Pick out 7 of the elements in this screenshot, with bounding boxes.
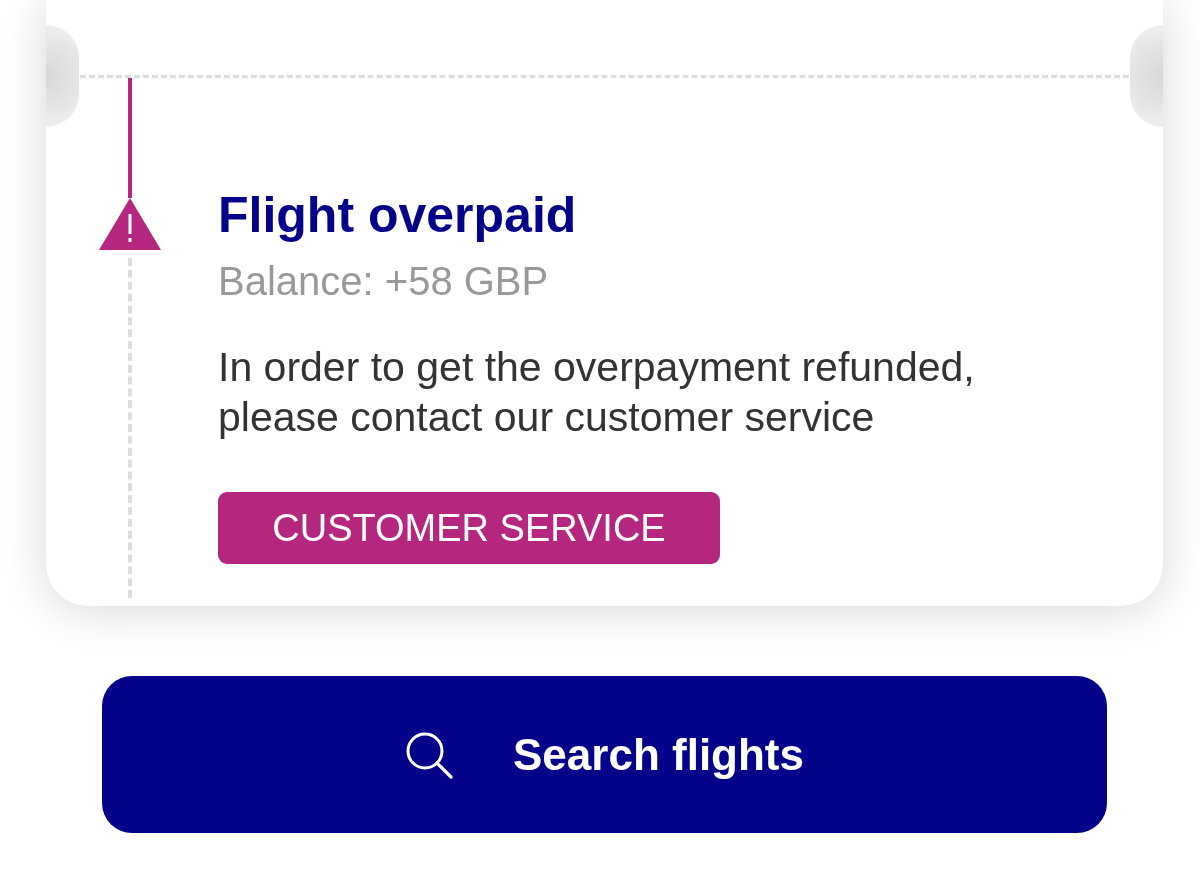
notice-message: In order to get the overpayment refunded, please contact our customer service <box>218 343 976 442</box>
search-icon <box>405 730 453 779</box>
customer-service-button[interactable]: CUSTOMER SERVICE <box>218 492 720 564</box>
notice-title: Flight overpaid <box>218 187 578 243</box>
warning-icon <box>99 198 161 250</box>
search-flights-button[interactable]: Search flights <box>102 676 1107 833</box>
balance-text: Balance: +58 GBP <box>218 258 550 304</box>
